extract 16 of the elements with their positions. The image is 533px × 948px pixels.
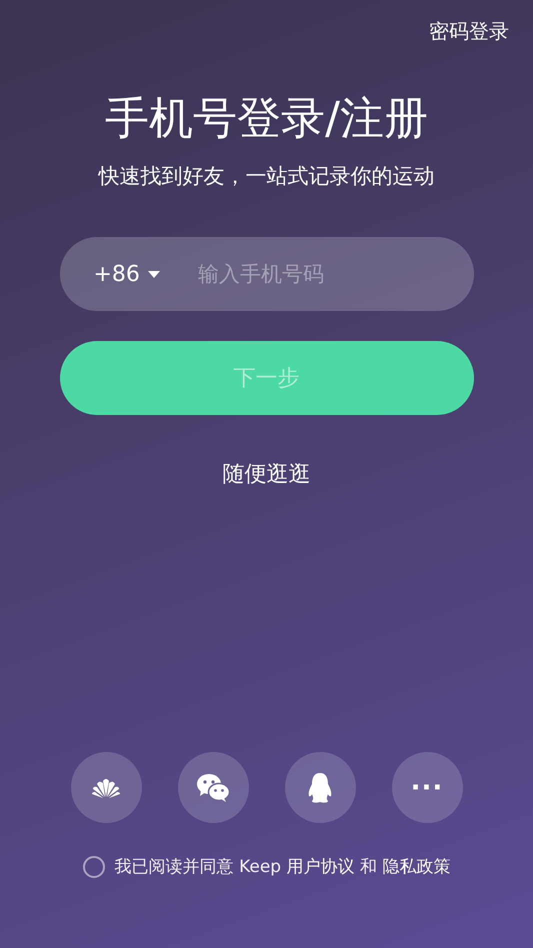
caret-icon [148, 270, 160, 278]
privacy-link[interactable]: 隐私政策 [382, 857, 450, 877]
terms-link[interactable]: 用户协议 [286, 857, 354, 877]
browse-link[interactable]: 随便逛逛 [222, 459, 310, 489]
subtitle: 快速找到好友，一站式记录你的运动 [98, 163, 434, 190]
flower-icon [91, 776, 121, 798]
page-title: 手机号登录/注册 [105, 92, 428, 146]
agreement-text: 我已阅读并同意 Keep 用户协议 和 隐私政策 [114, 856, 450, 878]
chat-icon [196, 772, 230, 802]
password-login-link[interactable]: 密码登录 [429, 18, 509, 45]
country-code-dropdown[interactable]: +86 [94, 262, 160, 286]
phone-input-field[interactable]: +86 输入手机号码 [60, 237, 474, 311]
more-icon: ··· [410, 774, 444, 800]
agreement-radio[interactable] [82, 856, 105, 878]
penguin-icon [307, 772, 333, 804]
more-button[interactable]: ··· [392, 752, 462, 823]
